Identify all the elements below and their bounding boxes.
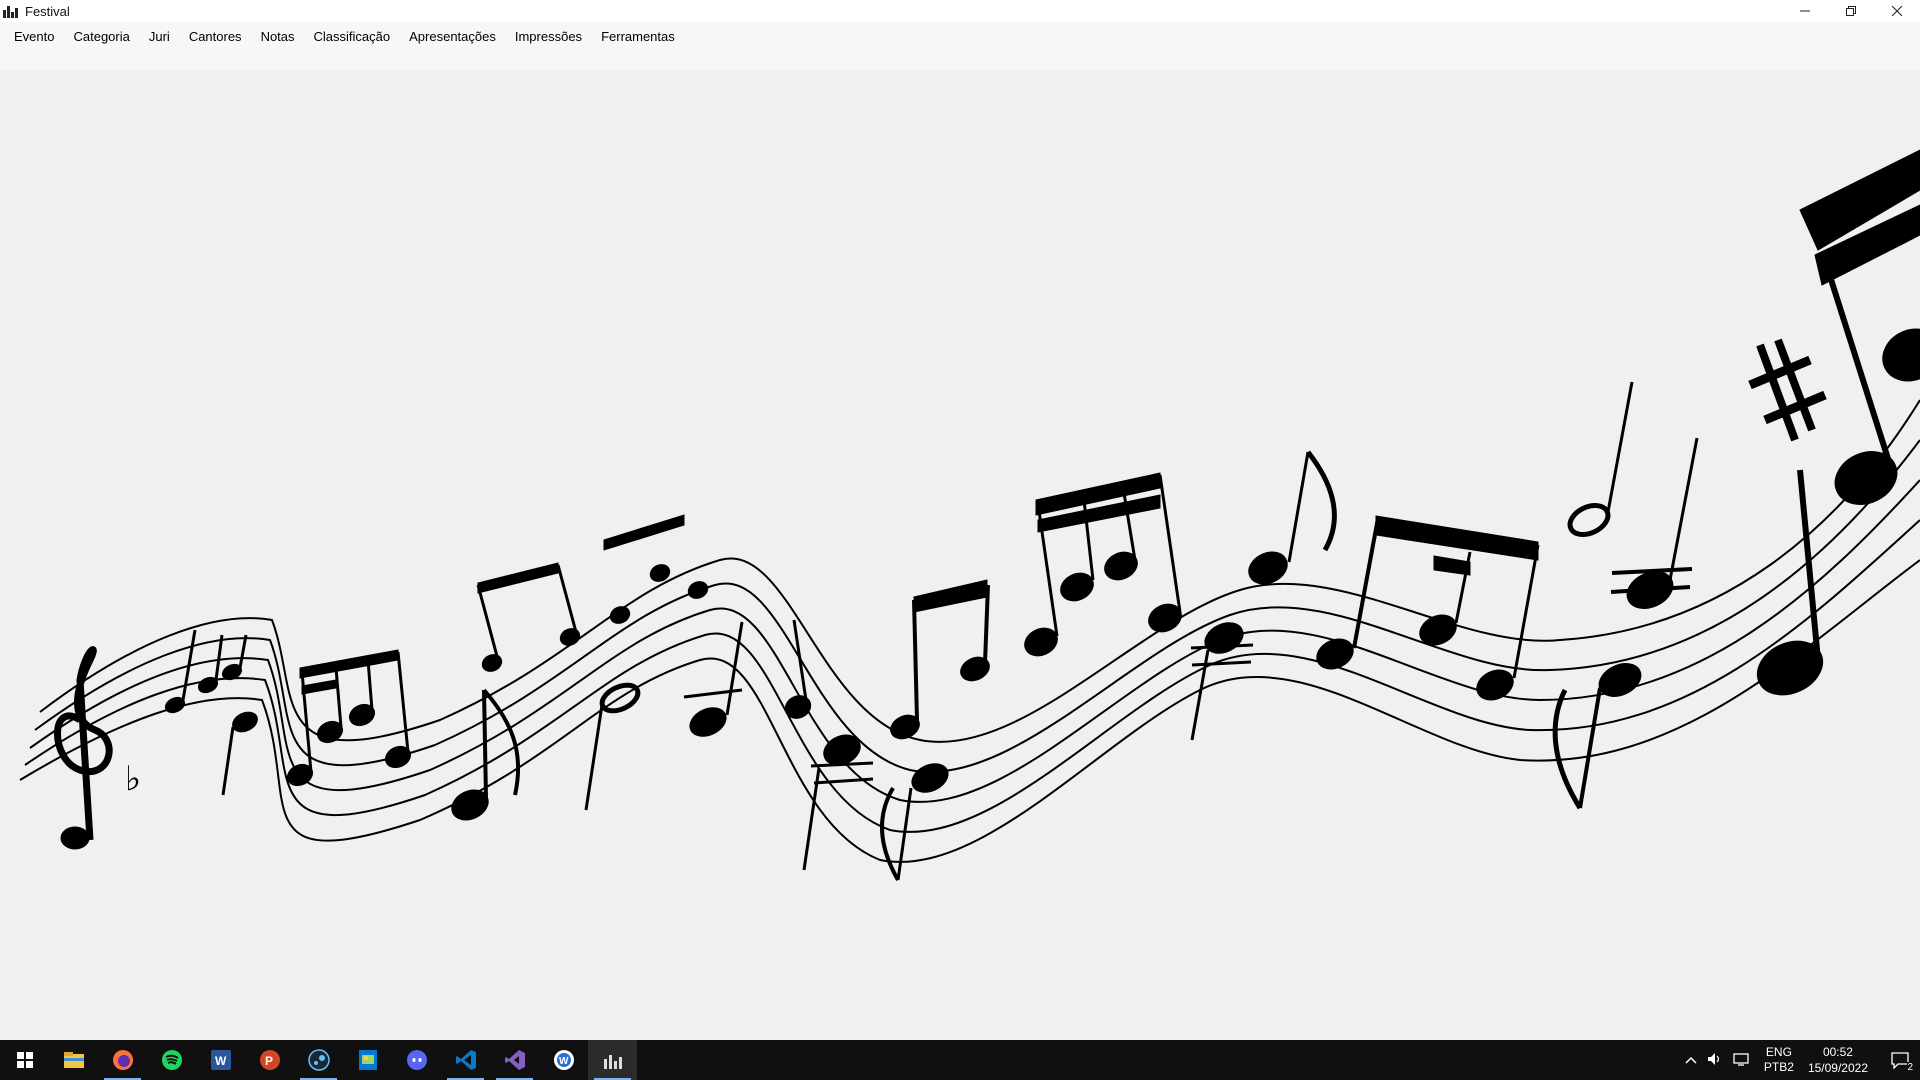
taskbar-wps[interactable]: W bbox=[539, 1040, 588, 1080]
menu-juri[interactable]: Juri bbox=[140, 25, 179, 48]
discord-icon bbox=[406, 1050, 427, 1070]
volume-icon[interactable] bbox=[1707, 1052, 1723, 1069]
steam-icon bbox=[307, 1049, 330, 1071]
minimize-icon bbox=[1800, 10, 1810, 12]
taskbar-visual-studio[interactable] bbox=[490, 1040, 539, 1080]
window-title: Festival bbox=[25, 3, 70, 19]
powerpoint-icon: P bbox=[259, 1050, 280, 1070]
taskbar-steam[interactable] bbox=[294, 1040, 343, 1080]
taskbar-image-viewer[interactable] bbox=[343, 1040, 392, 1080]
image-viewer-icon bbox=[358, 1050, 377, 1070]
taskbar-firefox[interactable] bbox=[98, 1040, 147, 1080]
taskbar-vscode[interactable] bbox=[441, 1040, 490, 1080]
title-bar: Festival bbox=[0, 0, 1920, 22]
menu-categoria[interactable]: Categoria bbox=[64, 25, 138, 48]
notification-count-badge: 2 bbox=[1907, 1062, 1913, 1073]
festival-app-icon bbox=[3, 4, 19, 18]
menu-evento[interactable]: Evento bbox=[0, 25, 63, 48]
svg-text:W: W bbox=[215, 1054, 227, 1068]
taskbar-file-explorer[interactable] bbox=[49, 1040, 98, 1080]
menu-classificacao[interactable]: Classificação bbox=[305, 25, 400, 48]
clock-date: 15/09/2022 bbox=[1807, 1061, 1868, 1075]
taskbar: W P W ENG PTB2 00:52 15/09/2022 2 bbox=[0, 1040, 1920, 1080]
taskbar-spotify[interactable] bbox=[147, 1040, 196, 1080]
menu-apresentacoes[interactable]: Apresentações bbox=[400, 25, 505, 48]
close-icon bbox=[1892, 6, 1902, 16]
close-button[interactable] bbox=[1874, 0, 1920, 22]
spotify-icon bbox=[161, 1050, 182, 1070]
network-icon[interactable] bbox=[1733, 1052, 1751, 1069]
notification-center-button[interactable]: 2 bbox=[1880, 1040, 1920, 1080]
menu-ferramentas[interactable]: Ferramentas bbox=[592, 25, 684, 48]
clock-time: 00:52 bbox=[1822, 1045, 1853, 1059]
window-controls bbox=[1782, 0, 1920, 22]
restore-icon bbox=[1846, 6, 1856, 16]
wps-icon: W bbox=[553, 1050, 574, 1070]
start-button[interactable] bbox=[0, 1040, 49, 1080]
show-hidden-icons-chevron-up-icon[interactable] bbox=[1685, 1053, 1697, 1067]
menu-bar: Evento Categoria Juri Cantores Notas Cla… bbox=[0, 22, 1920, 70]
firefox-icon bbox=[112, 1050, 133, 1070]
restore-button[interactable] bbox=[1828, 0, 1874, 22]
file-explorer-icon bbox=[63, 1052, 84, 1068]
music-notes-background-image: ♭ bbox=[19, 149, 1920, 881]
menu-impressoes[interactable]: Impressões bbox=[506, 25, 591, 48]
menu-cantores[interactable]: Cantores bbox=[180, 25, 251, 48]
vscode-icon bbox=[455, 1050, 476, 1070]
taskbar-powerpoint[interactable]: P bbox=[245, 1040, 294, 1080]
windows-start-icon bbox=[16, 1052, 33, 1068]
clock[interactable]: 00:52 15/09/2022 bbox=[1808, 1044, 1868, 1076]
keyboard-layout: PTB2 bbox=[1763, 1060, 1794, 1074]
taskbar-festival[interactable] bbox=[588, 1040, 637, 1080]
system-tray: ENG PTB2 00:52 15/09/2022 2 bbox=[1680, 1040, 1920, 1080]
word-icon: W bbox=[210, 1050, 231, 1070]
svg-text:W: W bbox=[559, 1056, 569, 1067]
input-language-indicator[interactable]: ENG PTB2 bbox=[1764, 1045, 1794, 1075]
menu-notas[interactable]: Notas bbox=[252, 25, 304, 48]
language-code: ENG bbox=[1765, 1045, 1792, 1059]
svg-text:P: P bbox=[265, 1054, 273, 1068]
minimize-button[interactable] bbox=[1782, 0, 1828, 22]
taskbar-discord[interactable] bbox=[392, 1040, 441, 1080]
visual-studio-icon bbox=[504, 1050, 525, 1070]
festival-app-icon bbox=[603, 1055, 622, 1069]
taskbar-word[interactable]: W bbox=[196, 1040, 245, 1080]
svg-text:♭: ♭ bbox=[125, 759, 141, 799]
